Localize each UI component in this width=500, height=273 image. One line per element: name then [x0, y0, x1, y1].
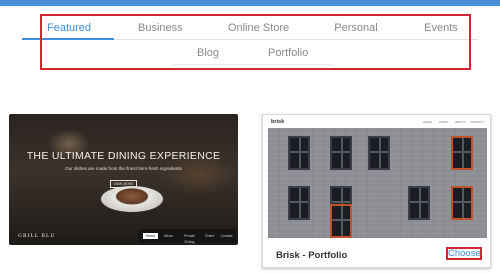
menu-item-chefs: Chefs: [204, 234, 215, 238]
window-shape: [368, 136, 390, 170]
choose-button[interactable]: Choose: [446, 247, 482, 260]
hero-headline: THE ULTIMATE DINING EXPERIENCE: [26, 150, 221, 162]
window-shape-orange: [451, 136, 473, 170]
brisk-nav-contact: CONTACT: [470, 120, 485, 124]
building-facade-image: [268, 128, 487, 238]
menu-item-home: Home: [143, 233, 158, 239]
top-accent-bar: [0, 0, 500, 6]
window-shape: [288, 186, 310, 220]
brisk-nav-about: ABOUT: [455, 120, 466, 124]
template-card-restaurant[interactable]: THE ULTIMATE DINING EXPERIENCE Our dishe…: [9, 114, 238, 245]
menu-item-private-dining: Private Dining: [184, 234, 195, 244]
nav-highlight-box: [40, 14, 471, 70]
restaurant-logo: GRILL BLU: [18, 233, 56, 239]
window-shape: [330, 136, 352, 170]
hero-button: VIEW MORE: [110, 180, 137, 188]
brisk-nav-work: WORK: [439, 120, 449, 124]
window-shape-orange: [330, 204, 352, 238]
hero-subtitle: Our dishes are made from the finest farm…: [65, 166, 182, 171]
dish-plate-image: [101, 186, 163, 212]
brisk-logo: brisk: [271, 119, 285, 125]
menu-item-menu: Menu: [164, 234, 173, 238]
restaurant-menu-bar: Home Menu Private Dining Chefs Contact: [139, 229, 236, 244]
brisk-nav-home: HOME: [423, 120, 432, 124]
window-shape-orange: [451, 186, 473, 220]
template-card-brisk[interactable]: brisk HOME WORK ABOUT CONTACT Brisk - Po…: [262, 114, 491, 268]
window-shape: [408, 186, 430, 220]
template-title: Brisk - Portfolio: [276, 250, 348, 261]
menu-item-contact: Contact: [220, 234, 233, 238]
window-shape: [288, 136, 310, 170]
